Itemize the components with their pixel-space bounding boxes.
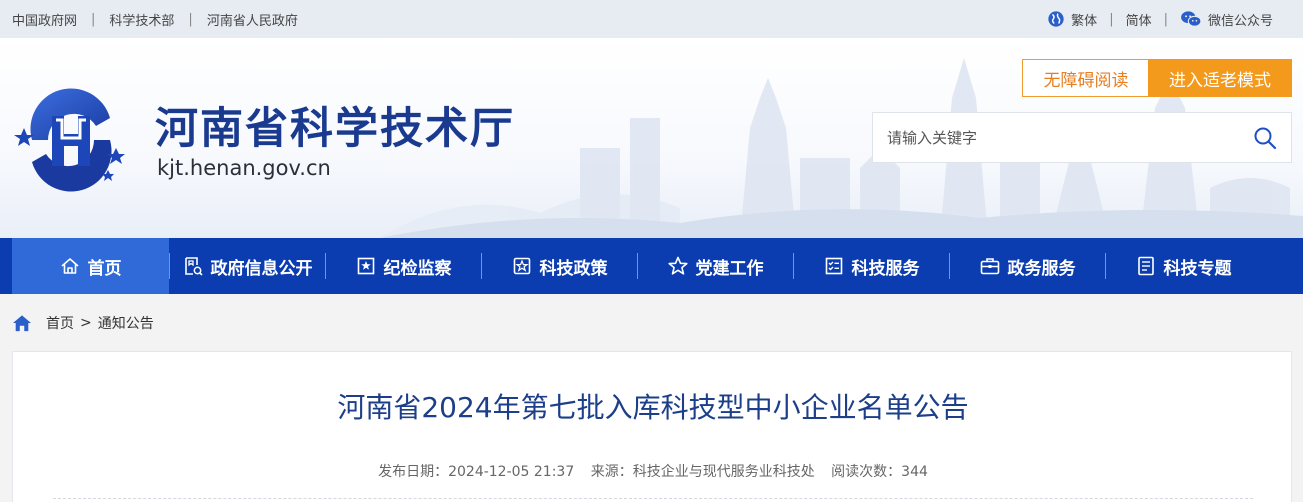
nav-discipline[interactable]: 纪检监察	[326, 238, 481, 294]
view-count: 阅读次数：344	[831, 464, 928, 480]
breadcrumb-home[interactable]: 首页	[46, 313, 74, 333]
search-input[interactable]	[887, 113, 1247, 162]
dashed-divider	[53, 498, 1253, 499]
search-box	[872, 112, 1292, 163]
henan-logo-icon	[14, 88, 125, 192]
nav-policy[interactable]: 科技政策	[482, 238, 637, 294]
nav-gov-service[interactable]: 政务服务	[950, 238, 1105, 294]
separator: |	[1109, 11, 1114, 27]
home-icon	[13, 315, 31, 332]
site-title: 河南省科学技术厅	[155, 104, 515, 154]
publish-date: 发布日期：2024-12-05 21:37	[378, 464, 575, 480]
separator: |	[188, 11, 193, 27]
document-list-icon	[1137, 256, 1154, 276]
breadcrumb: 首页 > 通知公告	[12, 312, 154, 334]
search-icon[interactable]	[1253, 126, 1277, 150]
wechat-icon	[1181, 11, 1202, 27]
globe-icon	[1048, 11, 1064, 27]
nav-label: 科技政策	[539, 258, 608, 279]
article-panel: 河南省2024年第七批入库科技型中小企业名单公告 发布日期：2024-12-05…	[12, 351, 1292, 502]
main-navigation: 首页 政府信息公开 纪检监察 科技政策 党建工作 科技服务 政务服务 科技专题	[0, 238, 1303, 294]
article-source: 来源：科技企业与现代服务业科技处	[590, 464, 815, 480]
link-henan-gov[interactable]: 河南省人民政府	[207, 10, 298, 29]
simplified-label: 简体	[1125, 13, 1152, 29]
top-utility-bar: 中国政府网 | 科学技术部 | 河南省人民政府 繁体 | 简体 | 微信公众号	[0, 0, 1303, 38]
star-document-icon	[513, 257, 530, 275]
link-gov-cn[interactable]: 中国政府网	[12, 10, 77, 29]
breadcrumb-current[interactable]: 通知公告	[98, 313, 154, 333]
simplified-chinese-button[interactable]: 简体	[1126, 10, 1152, 29]
traditional-label: 繁体	[1071, 13, 1098, 29]
article-meta: 发布日期：2024-12-05 21:37 来源：科技企业与现代服务业科技处 阅…	[13, 461, 1293, 481]
nav-label: 纪检监察	[383, 258, 452, 279]
separator: |	[91, 11, 96, 27]
home-icon	[60, 258, 79, 274]
wechat-button[interactable]: 微信公众号	[1180, 10, 1273, 29]
briefcase-icon	[980, 258, 999, 275]
nav-party[interactable]: 党建工作	[638, 238, 793, 294]
checklist-icon	[825, 257, 842, 275]
nav-label: 首页	[87, 258, 122, 279]
elder-mode-button[interactable]: 进入适老模式	[1148, 59, 1292, 97]
wechat-label: 微信公众号	[1207, 13, 1273, 29]
nav-label: 科技专题	[1163, 258, 1232, 279]
nav-label: 政务服务	[1007, 258, 1076, 279]
nav-label: 党建工作	[695, 258, 764, 279]
document-flag-icon	[184, 257, 203, 276]
nav-topics[interactable]: 科技专题	[1106, 238, 1261, 294]
breadcrumb-separator: >	[80, 315, 92, 331]
badge-icon	[357, 257, 374, 275]
nav-label: 政府信息公开	[210, 258, 313, 279]
accessibility-reading-button[interactable]: 无障碍阅读	[1022, 59, 1150, 97]
nav-tech-service[interactable]: 科技服务	[794, 238, 949, 294]
top-links: 中国政府网 | 科学技术部 | 河南省人民政府	[12, 0, 298, 38]
nav-home[interactable]: 首页	[12, 238, 169, 294]
link-most[interactable]: 科学技术部	[109, 10, 174, 29]
traditional-chinese-button[interactable]: 繁体	[1047, 10, 1097, 29]
article-title: 河南省2024年第七批入库科技型中小企业名单公告	[337, 391, 969, 424]
top-tools: 繁体 | 简体 | 微信公众号	[1047, 0, 1273, 38]
separator: |	[1163, 11, 1168, 27]
star-icon	[667, 256, 688, 275]
nav-label: 科技服务	[851, 258, 920, 279]
site-header: 河南省科学技术厅 kjt.henan.gov.cn 无障碍阅读 进入适老模式	[0, 38, 1303, 238]
nav-gov-info[interactable]: 政府信息公开	[170, 238, 325, 294]
site-url: kjt.henan.gov.cn	[157, 156, 331, 180]
